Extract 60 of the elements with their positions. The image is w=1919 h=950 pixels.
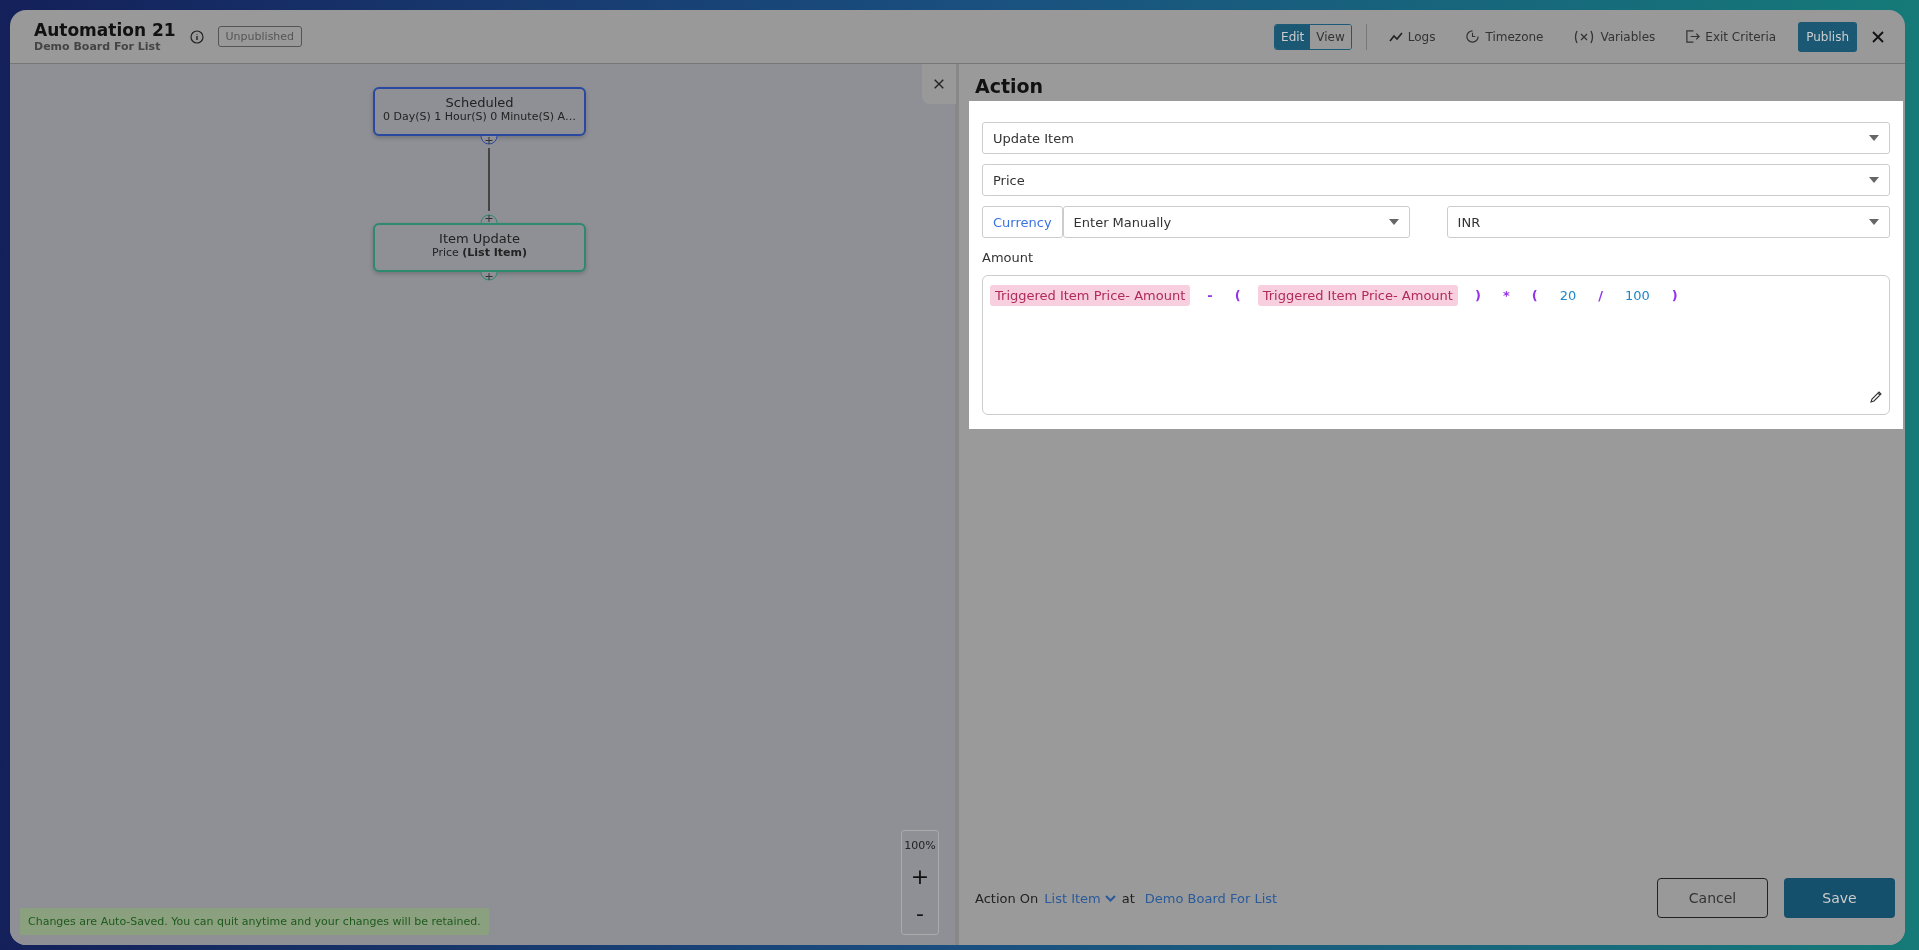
operator-token: ( bbox=[1530, 287, 1539, 305]
formula-field[interactable]: Triggered Item Price- Amount - ( Triggered Item Price- Amount ) * ( 20 / 100 ) bbox=[982, 275, 1890, 415]
operator-token: * bbox=[1501, 287, 1511, 305]
workflow-node[interactable]: Item Update Price (List Item) bbox=[373, 223, 586, 272]
action-select[interactable]: Update Item bbox=[982, 122, 1890, 154]
exit-icon bbox=[1685, 29, 1701, 44]
dropdown-caret-icon bbox=[1388, 219, 1399, 225]
add-node-icon[interactable] bbox=[480, 136, 498, 148]
dropdown-caret-icon bbox=[1869, 135, 1879, 141]
at-label: at bbox=[1121, 890, 1135, 906]
pencil-icon[interactable] bbox=[1869, 390, 1883, 404]
dropdown-caret-icon bbox=[1869, 219, 1879, 225]
field-token: Triggered Item Price- Amount bbox=[990, 285, 1191, 306]
chevron-down-icon bbox=[1104, 894, 1116, 902]
cancel-button[interactable]: Cancel bbox=[1657, 878, 1768, 918]
save-button[interactable]: Save bbox=[1784, 878, 1895, 918]
currency-code-select[interactable]: INR bbox=[1446, 206, 1890, 238]
toolbar-button[interactable]: Logs bbox=[1380, 29, 1444, 44]
close-icon[interactable] bbox=[1871, 29, 1885, 44]
number-token: 100 bbox=[1623, 287, 1651, 305]
zoom-out-button[interactable]: - bbox=[916, 901, 924, 926]
zoom-in-button[interactable]: + bbox=[910, 864, 930, 889]
board-subtitle: Demo Board For List bbox=[34, 40, 162, 53]
close-icon bbox=[933, 78, 945, 90]
toolbar-button[interactable]: Exit Criteria bbox=[1677, 29, 1785, 44]
node-title: Scheduled bbox=[444, 95, 515, 110]
dropdown-caret-icon bbox=[1869, 177, 1879, 183]
currency-source-select[interactable]: Enter Manually bbox=[1062, 206, 1410, 238]
automation-title: Automation 21 bbox=[34, 20, 176, 40]
info-icon[interactable] bbox=[189, 29, 204, 44]
number-token: 20 bbox=[1558, 287, 1578, 305]
status-badge: Unpublished bbox=[217, 26, 303, 47]
add-node-icon[interactable] bbox=[480, 211, 498, 223]
operator-token: ) bbox=[1473, 287, 1482, 305]
variable-icon bbox=[1573, 29, 1596, 44]
toolbar-button[interactable]: Timezone bbox=[1457, 29, 1552, 44]
publish-button[interactable]: Publish bbox=[1798, 21, 1857, 52]
panel-title: Action bbox=[974, 74, 1045, 99]
clock-icon bbox=[1465, 29, 1481, 44]
add-node-icon[interactable] bbox=[480, 272, 498, 284]
connector-line bbox=[488, 148, 490, 211]
close-panel-button[interactable] bbox=[922, 64, 956, 104]
autosave-notice: Changes are Auto-Saved. You can quit anytime and your changes will be retained. bbox=[20, 908, 489, 935]
operator-token: - bbox=[1206, 287, 1214, 305]
mode-tab[interactable]: Edit bbox=[1275, 24, 1311, 49]
currency-label: Currency bbox=[982, 206, 1063, 238]
field-token: Triggered Item Price- Amount bbox=[1257, 285, 1458, 306]
field-select[interactable]: Price bbox=[982, 164, 1890, 196]
amount-label: Amount bbox=[982, 250, 1035, 265]
zoom-level: 100% bbox=[904, 839, 936, 852]
operator-token: ) bbox=[1670, 287, 1679, 305]
trend-line-icon bbox=[1388, 31, 1403, 42]
operator-token: / bbox=[1597, 287, 1604, 305]
node-subtitle: Price (List Item) bbox=[430, 246, 529, 259]
operator-token: ( bbox=[1233, 287, 1242, 305]
action-on-label: Action On bbox=[975, 890, 1039, 906]
toolbar-button[interactable]: Variables bbox=[1565, 29, 1664, 44]
node-subtitle: 0 Day(S) 1 Hour(S) 0 Minute(S) A… bbox=[382, 110, 577, 123]
node-title: Item Update bbox=[438, 231, 521, 246]
workflow-node[interactable]: Scheduled 0 Day(S) 1 Hour(S) 0 Minute(S) A… bbox=[373, 87, 586, 136]
